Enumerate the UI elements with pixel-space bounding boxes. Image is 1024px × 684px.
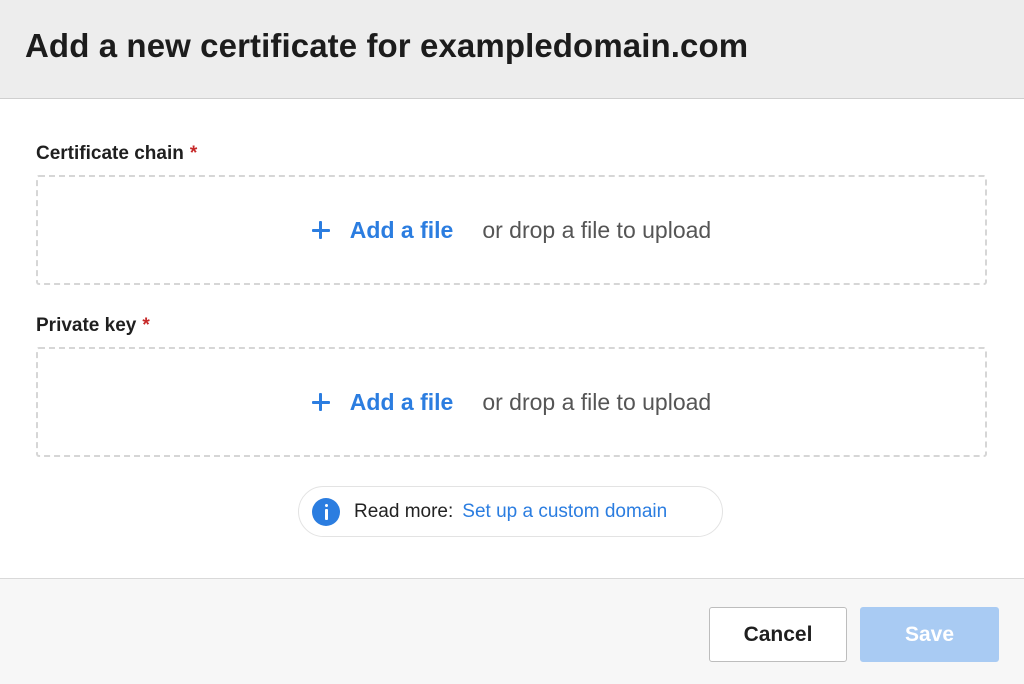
plus-icon — [311, 221, 330, 239]
add-file-link[interactable]: Add a file — [311, 216, 454, 244]
add-file-label: Add a file — [349, 388, 454, 415]
dialog-footer: Cancel Save — [0, 578, 1024, 684]
plus-icon — [311, 393, 330, 411]
drop-hint-text: or drop a file to upload — [482, 388, 712, 415]
dropzone-content: Add a file or drop a file to upload — [311, 388, 712, 416]
dialog-title: Add a new certificate for exampledomain.… — [25, 27, 749, 64]
private-key-dropzone[interactable]: Add a file or drop a file to upload — [36, 347, 987, 457]
field-label-text: Private key — [36, 315, 137, 336]
certificate-chain-dropzone[interactable]: Add a file or drop a file to upload — [36, 175, 987, 285]
private-key-label: Private key * — [36, 315, 150, 337]
required-asterisk: * — [189, 143, 198, 164]
dropzone-content: Add a file or drop a file to upload — [311, 216, 712, 244]
add-file-link[interactable]: Add a file — [311, 388, 454, 416]
field-label-text: Certificate chain — [36, 143, 184, 164]
dialog-header: Add a new certificate for exampledomain.… — [0, 0, 1024, 99]
custom-domain-link[interactable]: Set up a custom domain — [462, 501, 667, 523]
certificate-chain-label: Certificate chain * — [36, 143, 197, 165]
add-certificate-dialog: Add a new certificate for exampledomain.… — [0, 0, 1024, 684]
read-more-banner: Read more: Set up a custom domain — [298, 486, 723, 537]
add-file-label: Add a file — [349, 216, 454, 243]
cancel-button[interactable]: Cancel — [709, 607, 847, 662]
read-more-label: Read more: — [354, 500, 454, 522]
info-icon — [312, 497, 340, 526]
save-button[interactable]: Save — [860, 607, 999, 662]
drop-hint-text: or drop a file to upload — [482, 216, 712, 243]
required-asterisk: * — [142, 315, 150, 336]
